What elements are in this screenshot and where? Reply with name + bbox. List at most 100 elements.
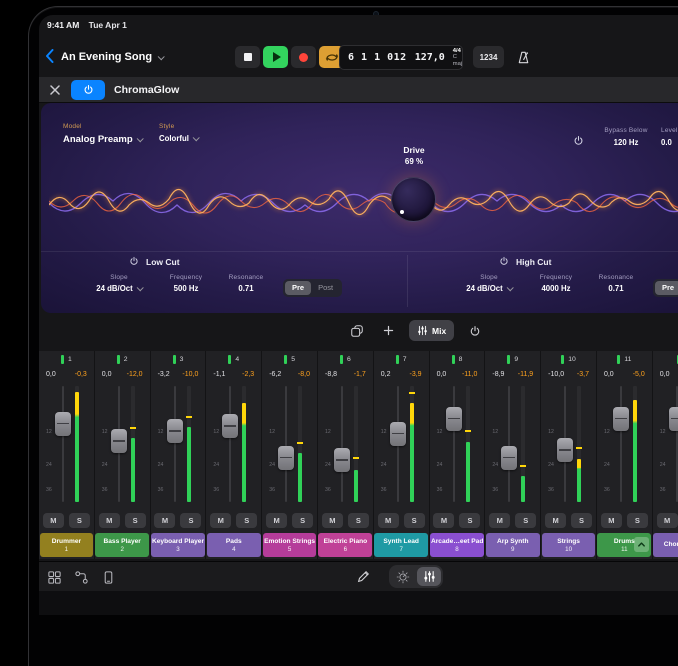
- solo-button[interactable]: S: [515, 513, 536, 528]
- track-name-tag[interactable]: Emotion Strings 5: [263, 533, 317, 557]
- track-name-tag[interactable]: Pads 4: [207, 533, 261, 557]
- channel-strip[interactable]: 5 -6,2 -8,0 122436 M S Emotion Strings 5: [262, 351, 318, 559]
- channel-strip[interactable]: 10 -10,0 -3,7 122436 M S Strings 10: [541, 351, 597, 559]
- mute-button[interactable]: M: [489, 513, 510, 528]
- track-name-tag[interactable]: Drums 11: [597, 533, 651, 557]
- channel-strip[interactable]: 2 0,0 -12,0 122436 M S Bass Player 2: [95, 351, 151, 559]
- song-title-menu[interactable]: An Evening Song: [61, 37, 163, 77]
- channel-header[interactable]: 3: [151, 351, 206, 367]
- mixer-power-button[interactable]: [463, 320, 486, 341]
- slope-value[interactable]: 24 dB/Oct: [453, 284, 525, 293]
- channel-header[interactable]: 1: [39, 351, 94, 367]
- track-name-tag[interactable]: Synth Lead 7: [374, 533, 428, 557]
- mute-button[interactable]: M: [210, 513, 231, 528]
- mix-button[interactable]: Mix: [409, 320, 454, 341]
- slope-value[interactable]: 24 dB/Oct: [83, 284, 155, 293]
- fader-handle[interactable]: [390, 422, 406, 446]
- cells-button[interactable]: [45, 568, 63, 586]
- channel-header[interactable]: 11: [597, 351, 652, 367]
- channel-strip[interactable]: 4 -1,1 -2,3 122436 M S Pads 4: [206, 351, 262, 559]
- high-cut-power-button[interactable]: [499, 256, 509, 268]
- channel-strip[interactable]: 3 -3,2 -10,0 122436 M S Keyboard Player …: [151, 351, 207, 559]
- play-button[interactable]: [263, 46, 288, 68]
- channel-header[interactable]: 10: [541, 351, 596, 367]
- routing-button[interactable]: [72, 568, 90, 586]
- fader-handle[interactable]: [669, 407, 678, 431]
- duplicate-button[interactable]: [345, 320, 368, 341]
- fader-handle[interactable]: [167, 419, 183, 443]
- channel-strip[interactable]: 6 -8,8 -1,7 122436 M S Electric Piano 6: [318, 351, 374, 559]
- frequency-value[interactable]: 500 Hz: [155, 284, 217, 293]
- channel-header[interactable]: [653, 351, 678, 367]
- channel-strip[interactable]: 7 0,2 -3,9 122436 M S Synth Lead 7: [374, 351, 430, 559]
- track-name-tag[interactable]: Bass Player 2: [95, 533, 149, 557]
- solo-button[interactable]: S: [236, 513, 257, 528]
- track-name-tag[interactable]: Strings 10: [542, 533, 596, 557]
- close-button[interactable]: [48, 83, 62, 97]
- mute-button[interactable]: M: [154, 513, 175, 528]
- mute-button[interactable]: M: [433, 513, 454, 528]
- mute-button[interactable]: M: [657, 513, 678, 528]
- fader-handle[interactable]: [111, 429, 127, 453]
- fader-handle[interactable]: [334, 448, 350, 472]
- metronome-button[interactable]: [510, 46, 536, 68]
- mixer-view-button[interactable]: [417, 567, 441, 586]
- frequency-value[interactable]: 4000 Hz: [525, 284, 587, 293]
- fader-handle[interactable]: [501, 446, 517, 470]
- solo-button[interactable]: S: [571, 513, 592, 528]
- stop-button[interactable]: [235, 46, 260, 68]
- track-name-tag[interactable]: Chorus Vo: [653, 533, 678, 557]
- mute-button[interactable]: M: [43, 513, 64, 528]
- expand-stack-button[interactable]: [634, 537, 649, 552]
- back-button[interactable]: [45, 49, 54, 68]
- resonance-value[interactable]: 0.71: [587, 284, 645, 293]
- solo-button[interactable]: S: [292, 513, 313, 528]
- solo-button[interactable]: S: [459, 513, 480, 528]
- count-in-button[interactable]: 1234: [473, 46, 504, 68]
- lcd-display[interactable]: 6 1 1 012 127,0 4/4 C maj: [339, 45, 463, 70]
- fader-handle[interactable]: [55, 412, 71, 436]
- mute-button[interactable]: M: [99, 513, 120, 528]
- fader-handle[interactable]: [446, 407, 462, 431]
- solo-button[interactable]: S: [404, 513, 425, 528]
- solo-button[interactable]: S: [627, 513, 648, 528]
- channel-strip[interactable]: 1 0,0 -0,3 122436 M S Drummer 1: [39, 351, 95, 559]
- track-name-tag[interactable]: Electric Piano 6: [318, 533, 372, 557]
- channel-header[interactable]: 4: [206, 351, 261, 367]
- mute-button[interactable]: M: [545, 513, 566, 528]
- channel-header[interactable]: 8: [430, 351, 485, 367]
- fader-handle[interactable]: [613, 407, 629, 431]
- mute-button[interactable]: M: [378, 513, 399, 528]
- track-name-tag[interactable]: Drummer 1: [40, 533, 94, 557]
- fader-handle[interactable]: [557, 438, 573, 462]
- resonance-value[interactable]: 0.71: [217, 284, 275, 293]
- pre-button[interactable]: Pre: [655, 281, 678, 295]
- add-button[interactable]: [377, 320, 400, 341]
- bypass-power-button[interactable]: [573, 133, 584, 151]
- style-value[interactable]: Colorful: [159, 134, 198, 143]
- drive-knob[interactable]: [391, 177, 436, 222]
- channel-strip[interactable]: 9 -8,9 -11,9 122436 M S Arp Synth 9: [485, 351, 541, 559]
- track-name-tag[interactable]: Arcade…eet Pad 8: [430, 533, 484, 557]
- mute-button[interactable]: M: [601, 513, 622, 528]
- pre-button[interactable]: Pre: [285, 281, 311, 295]
- solo-button[interactable]: S: [180, 513, 201, 528]
- knob-view-button[interactable]: [391, 567, 415, 586]
- solo-button[interactable]: S: [125, 513, 146, 528]
- post-button[interactable]: Post: [311, 281, 340, 295]
- mute-button[interactable]: M: [266, 513, 287, 528]
- channel-header[interactable]: 9: [485, 351, 540, 367]
- record-button[interactable]: [291, 46, 316, 68]
- level-value[interactable]: 0.0: [661, 138, 678, 147]
- channel-strip[interactable]: 0,0 122436 M S Chorus Vo: [653, 351, 678, 559]
- mute-button[interactable]: M: [322, 513, 343, 528]
- plugin-power-toggle[interactable]: [71, 80, 105, 100]
- low-cut-power-button[interactable]: [129, 256, 139, 268]
- bypass-below-value[interactable]: 120 Hz: [614, 138, 639, 147]
- device-button[interactable]: [99, 568, 117, 586]
- edit-button[interactable]: [353, 567, 373, 587]
- model-value[interactable]: Analog Preamp: [63, 134, 142, 145]
- track-name-tag[interactable]: Keyboard Player 3: [151, 533, 205, 557]
- fader-handle[interactable]: [278, 446, 294, 470]
- fader-handle[interactable]: [222, 414, 238, 438]
